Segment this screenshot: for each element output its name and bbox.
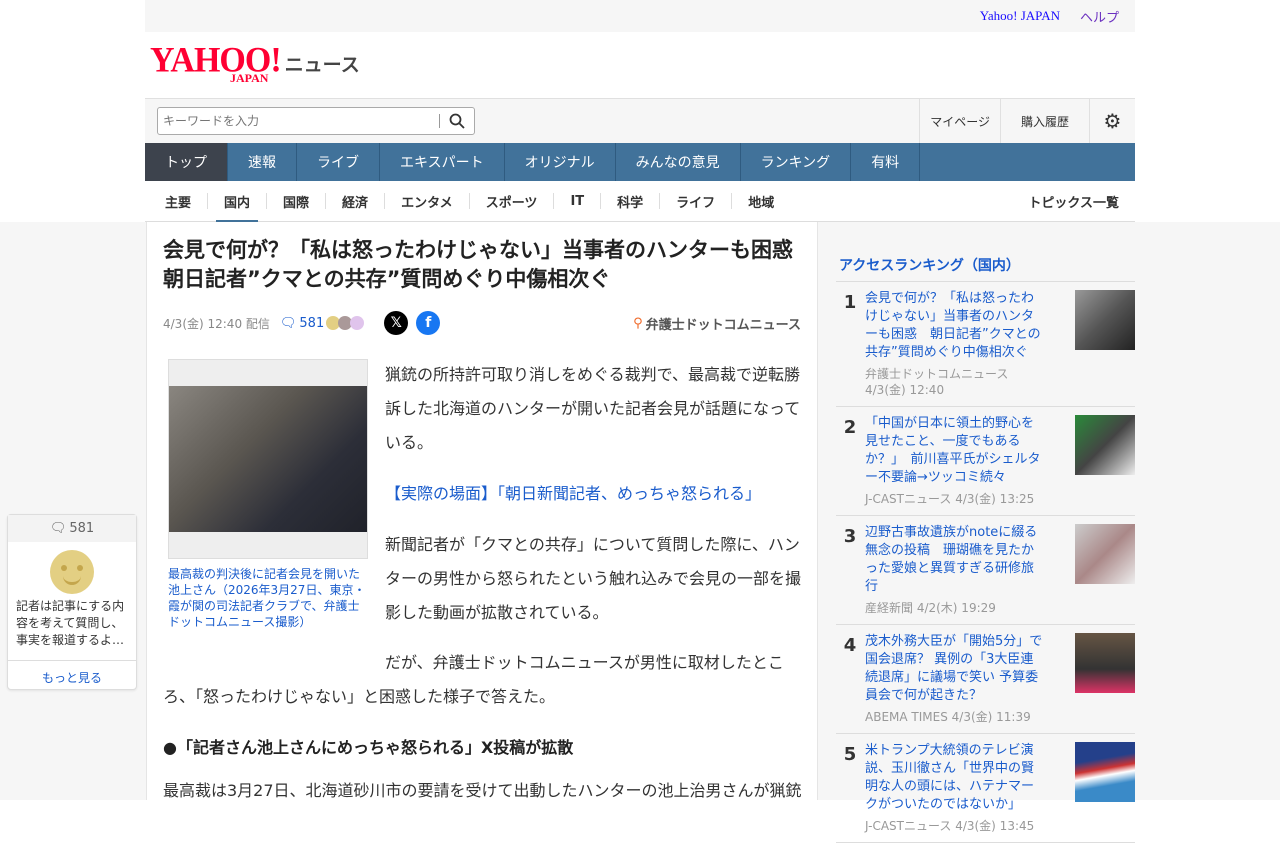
nav-tab[interactable]: エキスパート: [380, 143, 505, 181]
search-row: マイページ 購入履歴 ⚙: [145, 98, 1135, 143]
nav-tab[interactable]: ランキング: [741, 143, 852, 181]
paragraph: 猟銃の所持許可取り消しをめぐる裁判で、最高裁で逆転勝訴した北海道のハンターが開い…: [385, 365, 801, 452]
paragraph: だが、弁護士ドットコムニュースが男性に取材したところ、「怒ったわけじゃない」と困…: [163, 653, 784, 706]
nav-tab[interactable]: みんなの意見: [616, 143, 741, 181]
yahoo-japan-link[interactable]: Yahoo! JAPAN: [980, 8, 1060, 24]
ranking-headline[interactable]: 会見で何が？「私は怒ったわけじゃない」当事者のハンターも困惑 朝日記者”クマとの…: [865, 290, 1043, 362]
category-nav: 主要 国内 国際 経済 エンタメ スポーツ IT 科学 ライフ 地域 トピックス一覧: [145, 181, 1135, 223]
nav-tab[interactable]: 速報: [228, 143, 297, 181]
ranking-source: ABEMA TIMES 4/3(金) 11:39: [865, 710, 1031, 724]
nav-tab[interactable]: オリジナル: [505, 143, 616, 181]
mypage-link[interactable]: マイページ: [919, 99, 1000, 143]
rank-number: 1: [843, 292, 857, 313]
nav-tab[interactable]: 有料: [851, 143, 921, 181]
search-box: [157, 107, 475, 135]
access-ranking: アクセスランキング（国内） 1 会見で何が？「私は怒ったわけじゃない」当事者のハン…: [836, 250, 1135, 843]
main-nav: トップ 速報 ライブ エキスパート オリジナル みんなの意見 ランキング 有料: [145, 143, 1135, 181]
ranking-headline[interactable]: 辺野古事故遺族がnoteに綴る無念の投稿 珊瑚礁を見たかった愛娘と異質すぎる研修…: [865, 524, 1043, 596]
ranking-headline[interactable]: 「中国が日本に領土的野心を見せたこと、一度でもあるか？」 前川喜平氏がシェルター…: [865, 415, 1043, 487]
ranking-item[interactable]: 3 辺野古事故遺族がnoteに綴る無念の投稿 珊瑚礁を見たかった愛娘と異質すぎる研…: [836, 516, 1135, 625]
ranking-thumbnail[interactable]: [1075, 290, 1135, 350]
x-share-icon[interactable]: 𝕏: [384, 311, 409, 335]
source-logo[interactable]: ⚲ 弁護士ドットコムニュース: [633, 314, 801, 333]
ranking-source: J-CASTニュース 4/3(金) 13:25: [865, 492, 1035, 506]
help-link[interactable]: ヘルプ: [1080, 7, 1119, 26]
category-tab[interactable]: 地域: [731, 193, 790, 211]
logo-brand: YAHOO!: [150, 41, 282, 80]
purchase-history-link[interactable]: 購入履歴: [999, 99, 1089, 143]
reaction-avatars: [326, 316, 365, 330]
rank-number: 4: [843, 635, 857, 656]
category-tab[interactable]: 主要: [145, 193, 207, 211]
comment-count: 581: [69, 521, 95, 536]
gear-icon[interactable]: ⚙: [1089, 99, 1135, 143]
search-icon: [449, 113, 465, 129]
ranking-source: 産経新聞 4/2(木) 19:29: [865, 601, 996, 615]
photo-caption: 最高裁の判決後に記者会見を開いた池上さん（2026年3月27日、東京・霞が関の司…: [168, 567, 366, 629]
category-tab[interactable]: ライフ: [659, 193, 731, 211]
smiley-avatar-icon: [50, 550, 94, 594]
facebook-share-icon[interactable]: f: [416, 311, 441, 335]
section-heading: ●「記者さん池上さんにめっちゃ怒られる」X投稿が拡散: [163, 738, 574, 757]
paragraph: 新聞記者が「クマとの共存」について質問した際に、ハンターの男性から怒られたという…: [385, 535, 802, 622]
ranking-thumbnail[interactable]: [1075, 415, 1135, 475]
ranking-item[interactable]: 1 会見で何が？「私は怒ったわけじゃない」当事者のハンターも困惑 朝日記者”クマと…: [836, 282, 1135, 407]
ranking-item[interactable]: 5 米トランプ大統領のテレビ演説、玉川徹さん「世界中の賢明な人の頭には、ハテナマー…: [836, 734, 1135, 843]
related-link[interactable]: 【実際の場面】「朝日新聞記者、めっちゃ怒られる」: [385, 484, 761, 503]
search-button[interactable]: [440, 113, 474, 129]
article: 会見で何が？「私は怒ったわけじゃない」当事者のハンターも困惑 朝日記者”クマとの…: [146, 222, 818, 800]
all-topics-link[interactable]: トピックス一覧: [1028, 192, 1135, 211]
top-bar: Yahoo! JAPAN ヘルプ: [145, 0, 1135, 32]
more-comments-link[interactable]: もっと見る: [8, 660, 136, 693]
article-photo[interactable]: [168, 359, 368, 559]
category-tab[interactable]: エンタメ: [384, 193, 469, 211]
ranking-source: 弁護士ドットコムニュース 4/3(金) 12:40: [865, 367, 1009, 397]
rank-number: 2: [843, 417, 857, 438]
paragraph: 最高裁は3月27日、北海道砂川市の要請を受けて出動したハンターの池上治男さんが猟…: [163, 781, 802, 800]
ranking-source: J-CASTニュース 4/3(金) 13:45: [865, 819, 1035, 833]
category-tab[interactable]: 科学: [600, 193, 659, 211]
ranking-thumbnail[interactable]: [1075, 633, 1135, 693]
source-name: 弁護士ドットコムニュース: [645, 317, 801, 333]
ranking-headline[interactable]: 米トランプ大統領のテレビ演説、玉川徹さん「世界中の賢明な人の頭には、ハテナマーク…: [865, 742, 1043, 814]
ranking-thumbnail[interactable]: [1075, 524, 1135, 584]
ranking-item[interactable]: 2 「中国が日本に領土的野心を見せたこと、一度でもあるか？」 前川喜平氏がシェルタ…: [836, 407, 1135, 516]
ranking-item[interactable]: 4 茂木外務大臣が「開始5分」で国会退席？ 異例の「3大臣連続退席」に議場で笑い …: [836, 625, 1135, 734]
search-input[interactable]: [158, 109, 439, 133]
logo-service: ニュース: [284, 54, 360, 76]
publish-date: 4/3(金) 12:40 配信: [163, 316, 270, 331]
yahoo-news-logo[interactable]: YAHOO! JAPAN ニュース: [150, 41, 360, 84]
comments-link[interactable]: 🗨 581: [280, 316, 324, 331]
ranking-thumbnail[interactable]: [1075, 742, 1135, 802]
comment-preview[interactable]: 🗨 581 記者は記事にする内容を考えて質問し、事実を報道するよ… もっと見る: [7, 514, 137, 690]
ranking-headline[interactable]: 茂木外務大臣が「開始5分」で国会退席？ 異例の「3大臣連続退席」に議場で笑い 予…: [865, 633, 1043, 705]
article-title: 会見で何が？「私は怒ったわけじゃない」当事者のハンターも困惑 朝日記者”クマとの…: [163, 238, 814, 291]
comment-count: 581: [299, 315, 325, 331]
ranking-title: アクセスランキング（国内）: [836, 250, 1135, 282]
category-tab[interactable]: スポーツ: [468, 193, 554, 211]
comment-text: 記者は記事にする内容を考えて質問し、事実を報道するよ…: [16, 599, 125, 647]
comment-icon: 🗨: [49, 521, 67, 536]
category-tab[interactable]: 国内: [207, 193, 266, 223]
category-tab[interactable]: 経済: [325, 193, 384, 211]
rank-number: 3: [843, 526, 857, 547]
comment-icon: 🗨: [279, 315, 297, 331]
nav-tab[interactable]: ライブ: [297, 143, 380, 181]
category-tab[interactable]: 国際: [266, 193, 325, 211]
category-tab[interactable]: IT: [553, 193, 600, 209]
nav-tab[interactable]: トップ: [145, 143, 228, 181]
rank-number: 5: [843, 744, 857, 765]
